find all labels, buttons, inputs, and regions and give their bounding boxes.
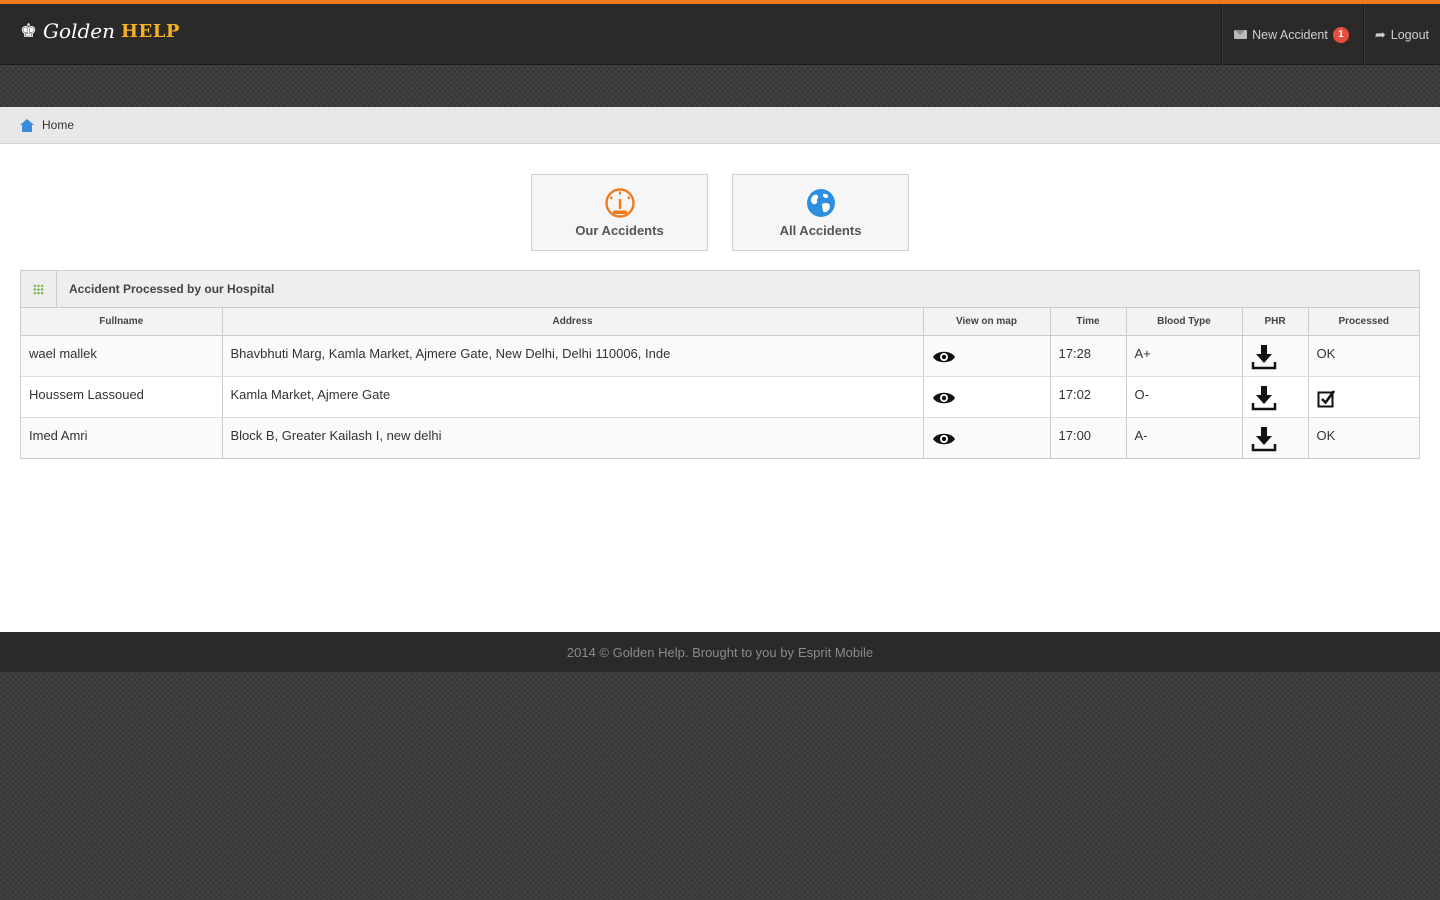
all-accidents-label: All Accidents <box>779 222 862 238</box>
brand-logo[interactable]: ♚ Golden HELP <box>20 19 180 43</box>
home-icon <box>20 118 34 132</box>
column-header-processed[interactable]: Processed <box>1308 308 1419 336</box>
cell-processed: OK <box>1308 335 1419 377</box>
cell-time: 17:28 <box>1050 335 1127 377</box>
footer-text: 2014 © Golden Help. Brought to you by <box>566 644 794 660</box>
eye-icon[interactable] <box>932 432 956 446</box>
cell-address: Kamla Market, Ajmere Gate <box>222 376 924 418</box>
cell-fullname: wael mallek <box>21 335 223 377</box>
widget-title: Accident Processed by our Hospital <box>69 282 275 296</box>
footer-link-esprit-mobile[interactable]: Esprit Mobile <box>798 645 873 660</box>
widget-icon-box <box>21 271 57 307</box>
cell-view-on-map <box>923 376 1051 418</box>
logout-button[interactable]: ➦ Logout <box>1362 4 1440 65</box>
column-header-fullname[interactable]: Fullname <box>21 308 223 336</box>
cell-address: Bhavbhuti Marg, Kamla Market, Ajmere Gat… <box>222 335 924 377</box>
column-header-time[interactable]: Time <box>1050 308 1127 336</box>
cell-fullname: Houssem Lassoued <box>21 376 223 418</box>
globe-icon <box>806 188 835 217</box>
logout-label: Logout <box>1390 27 1429 42</box>
cell-address: Block B, Greater Kailash I, new delhi <box>222 417 924 458</box>
cell-time: 17:02 <box>1050 376 1127 418</box>
breadcrumb-home-link[interactable]: Home <box>42 118 74 132</box>
our-accidents-label: Our Accidents <box>575 222 664 238</box>
new-accident-button[interactable]: New Accident 1 <box>1221 4 1363 65</box>
column-header-phr[interactable]: PHR <box>1242 308 1309 336</box>
new-accident-label: New Accident <box>1252 27 1328 42</box>
column-header-view-on-map[interactable]: View on map <box>923 308 1051 336</box>
cell-processed <box>1308 376 1419 418</box>
sub-header-bar <box>0 65 1440 107</box>
grid-icon <box>33 283 44 295</box>
download-icon[interactable] <box>1251 385 1277 411</box>
cell-blood-type: A+ <box>1126 335 1243 377</box>
checkbox-checked-icon[interactable] <box>1317 389 1336 408</box>
navbar-actions: New Accident 1 ➦ Logout <box>1221 4 1440 65</box>
column-header-address[interactable]: Address <box>222 308 924 336</box>
cell-fullname: Imed Amri <box>21 417 223 458</box>
cell-processed: OK <box>1308 417 1419 458</box>
cell-phr <box>1242 335 1309 377</box>
cell-view-on-map <box>923 335 1051 377</box>
main-content: Home Our Accidents All Accidents Acciden… <box>0 107 1440 632</box>
table-row: Imed Amri Block B, Greater Kailash I, ne… <box>21 417 1419 458</box>
download-icon[interactable] <box>1251 426 1277 452</box>
accidents-widget: Accident Processed by our Hospital Fulln… <box>20 270 1420 459</box>
table-row: Houssem Lassoued Kamla Market, Ajmere Ga… <box>21 376 1419 418</box>
brand-name-bold: HELP <box>120 20 180 42</box>
top-navbar: ♚ Golden HELP New Accident 1 ➦ Logout <box>0 0 1440 65</box>
cell-phr <box>1242 376 1309 418</box>
download-icon[interactable] <box>1251 344 1277 370</box>
shortcut-tiles: Our Accidents All Accidents <box>0 174 1440 251</box>
our-accidents-tile[interactable]: Our Accidents <box>531 174 708 251</box>
dashboard-gauge-icon <box>604 187 635 218</box>
cell-view-on-map <box>923 417 1051 458</box>
breadcrumb: Home <box>0 107 1440 144</box>
accidents-table: Fullname Address View on map Time Blood … <box>21 308 1419 458</box>
brand-name-script: Golden <box>43 19 115 43</box>
cell-blood-type: A- <box>1126 417 1243 458</box>
cell-blood-type: O- <box>1126 376 1243 418</box>
eye-icon[interactable] <box>932 391 956 405</box>
footer: 2014 © Golden Help. Brought to you by Es… <box>0 632 1440 672</box>
cell-time: 17:00 <box>1050 417 1127 458</box>
column-header-blood-type[interactable]: Blood Type <box>1126 308 1243 336</box>
all-accidents-tile[interactable]: All Accidents <box>732 174 909 251</box>
crown-icon: ♚ <box>20 20 38 42</box>
table-header-row: Fullname Address View on map Time Blood … <box>21 308 1419 336</box>
new-accident-count-badge: 1 <box>1332 26 1349 43</box>
share-arrow-icon: ➦ <box>1374 26 1386 42</box>
envelope-icon <box>1234 30 1248 39</box>
table-row: wael mallek Bhavbhuti Marg, Kamla Market… <box>21 335 1419 377</box>
cell-phr <box>1242 417 1309 458</box>
eye-icon[interactable] <box>932 350 956 364</box>
widget-header: Accident Processed by our Hospital <box>21 271 1419 308</box>
